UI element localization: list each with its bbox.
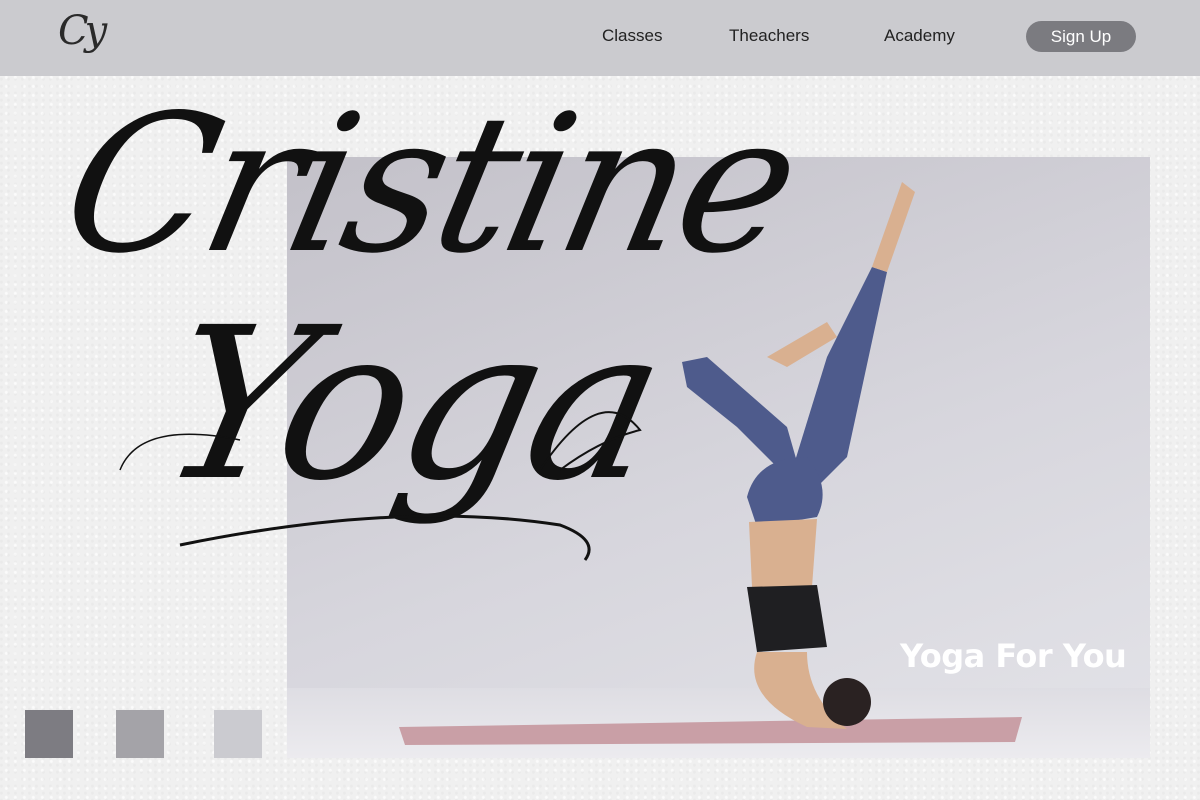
color-swatch-mid [116,710,164,758]
torso [749,519,817,587]
sign-up-button[interactable]: Sign Up [1026,21,1136,52]
color-swatch-dark [25,710,73,758]
top-navbar: Cy Classes Theachers Academy Sign Up [0,0,1200,76]
head [823,678,871,726]
hips [747,457,823,527]
hero-title-line1: Cristine [46,74,813,295]
nav-link-academy[interactable]: Academy [884,26,955,46]
hero-tagline: Yoga For You [900,637,1127,675]
nav-link-teachers[interactable]: Theachers [729,26,809,46]
sports-top [747,585,827,652]
calf-upper [872,182,915,272]
nav-link-classes[interactable]: Classes [602,26,662,46]
color-swatch-light [214,710,262,758]
site-logo[interactable]: Cy [58,8,107,54]
hero-title-line2: Yoga [144,282,679,527]
yoga-mat [399,717,1022,745]
